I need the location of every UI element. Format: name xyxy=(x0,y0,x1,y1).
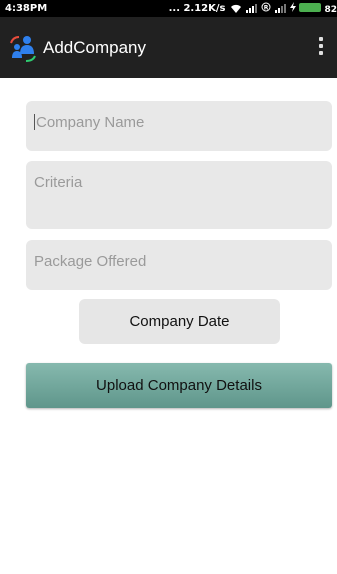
page-title: AddCompany xyxy=(43,37,147,57)
company-name-placeholder: Company Name xyxy=(36,114,145,131)
package-offered-input[interactable]: Package Offered xyxy=(26,240,332,290)
battery-icon xyxy=(298,3,321,12)
criteria-placeholder: Criteria xyxy=(34,174,83,191)
battery-level: 82 xyxy=(324,5,337,15)
svg-text:R: R xyxy=(263,5,268,12)
status-icons: ... 2.12K/s R 82 xyxy=(169,2,337,15)
upload-button-label: Upload Company Details xyxy=(96,377,262,394)
criteria-input[interactable]: Criteria xyxy=(26,161,332,229)
wifi-icon xyxy=(230,4,242,14)
package-offered-placeholder: Package Offered xyxy=(34,253,147,270)
status-bar: 4:38PM ... 2.12K/s R 82 xyxy=(0,0,337,17)
battery-indicator: 82 xyxy=(289,2,337,15)
company-date-button[interactable]: Company Date xyxy=(79,299,280,344)
overflow-menu-icon[interactable] xyxy=(319,37,323,55)
signal-icon-2 xyxy=(274,4,286,13)
app-logo-icon xyxy=(9,34,37,62)
company-name-input[interactable]: Company Name xyxy=(26,101,332,151)
status-time: 4:38PM xyxy=(5,3,48,14)
signal-icon xyxy=(245,4,257,13)
text-cursor xyxy=(34,114,35,130)
roaming-icon: R xyxy=(261,2,271,15)
upload-company-details-button[interactable]: Upload Company Details xyxy=(26,363,332,408)
charging-icon xyxy=(289,2,296,15)
app-bar: AddCompany xyxy=(0,17,337,78)
company-date-label: Company Date xyxy=(129,313,230,330)
network-speed: ... 2.12K/s xyxy=(168,3,226,14)
